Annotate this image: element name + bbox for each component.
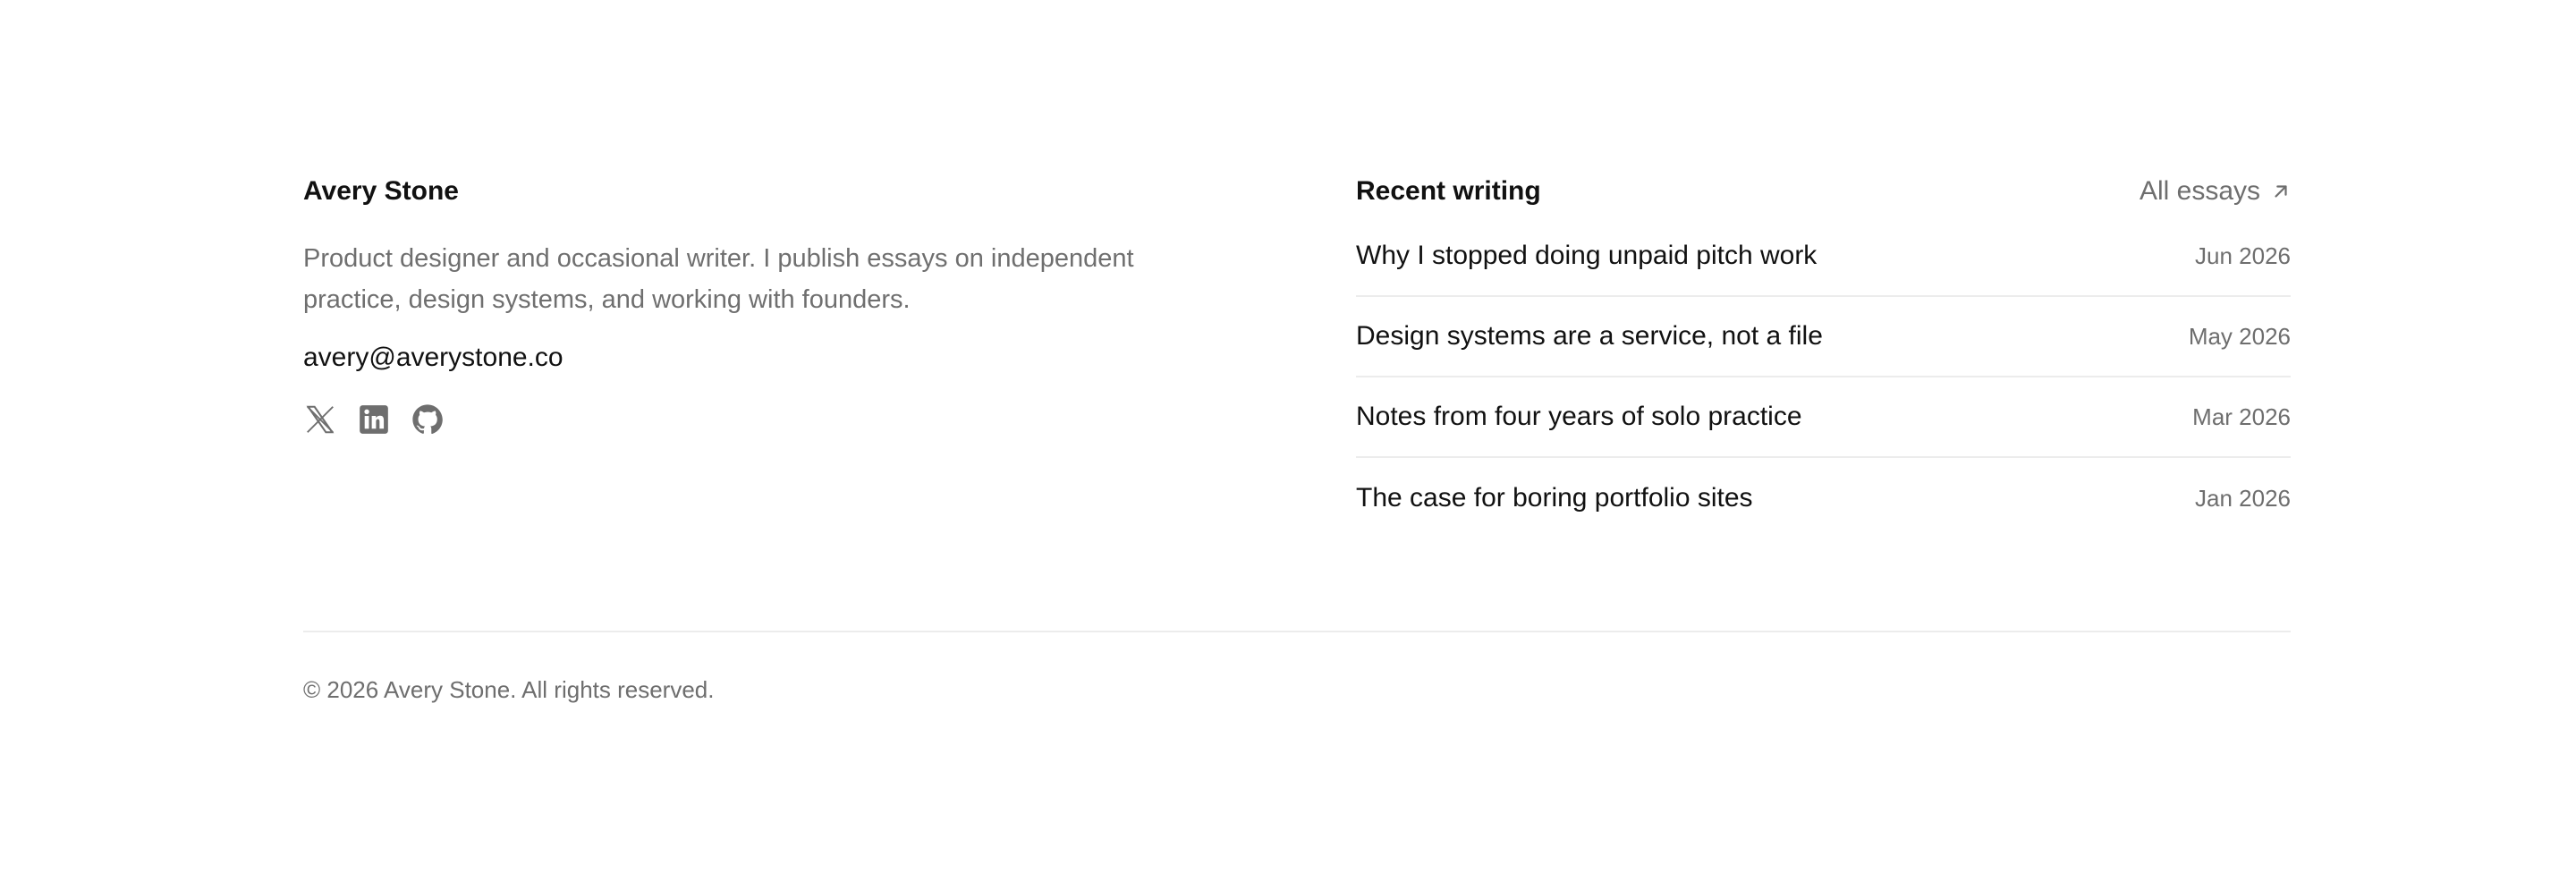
essay-title-link[interactable]: Design systems are a service, not a file bbox=[1356, 321, 1823, 352]
github-icon bbox=[412, 404, 443, 435]
section-title: Recent writing bbox=[1356, 176, 1541, 206]
list-item[interactable]: Why I stopped doing unpaid pitch work Ju… bbox=[1356, 216, 2291, 297]
list-item[interactable]: The case for boring portfolio sites Jan … bbox=[1356, 458, 2291, 538]
recent-writing-header: Recent writing All essays bbox=[1356, 175, 2291, 208]
author-bio: Product designer and occasional writer. … bbox=[303, 244, 1134, 314]
email-link[interactable]: avery@averystone.co bbox=[303, 340, 564, 376]
essay-date: Jun 2026 bbox=[2195, 242, 2291, 269]
essay-date: Mar 2026 bbox=[2192, 403, 2291, 430]
profile-section: Avery Stone Product designer and occasio… bbox=[303, 175, 1198, 436]
essay-title-link[interactable]: Why I stopped doing unpaid pitch work bbox=[1356, 241, 1817, 271]
all-essays-label: All essays bbox=[2139, 176, 2260, 206]
list-item[interactable]: Notes from four years of solo practice M… bbox=[1356, 377, 2291, 458]
footer-divider bbox=[303, 631, 2291, 632]
social-links bbox=[303, 403, 1198, 436]
x-twitter-icon bbox=[306, 405, 335, 434]
all-essays-link[interactable]: All essays bbox=[2140, 176, 2291, 207]
x-twitter-link[interactable] bbox=[303, 403, 337, 436]
linkedin-link[interactable] bbox=[357, 403, 391, 436]
essay-title-link[interactable]: The case for boring portfolio sites bbox=[1356, 483, 1753, 513]
recent-writing-section: Recent writing All essays Why I stopped … bbox=[1356, 175, 2291, 538]
github-link[interactable] bbox=[411, 403, 445, 436]
essay-list: Why I stopped doing unpaid pitch work Ju… bbox=[1356, 216, 2291, 538]
arrow-up-right-icon bbox=[2275, 185, 2287, 198]
author-name: Avery Stone bbox=[303, 176, 459, 206]
essay-title-link[interactable]: Notes from four years of solo practice bbox=[1356, 402, 1802, 432]
linkedin-icon bbox=[360, 405, 388, 434]
essay-date: May 2026 bbox=[2188, 322, 2291, 350]
list-item[interactable]: Design systems are a service, not a file… bbox=[1356, 297, 2291, 377]
essay-date: Jan 2026 bbox=[2195, 484, 2291, 512]
copyright-text: © 2026 Avery Stone. All rights reserved. bbox=[303, 676, 715, 703]
